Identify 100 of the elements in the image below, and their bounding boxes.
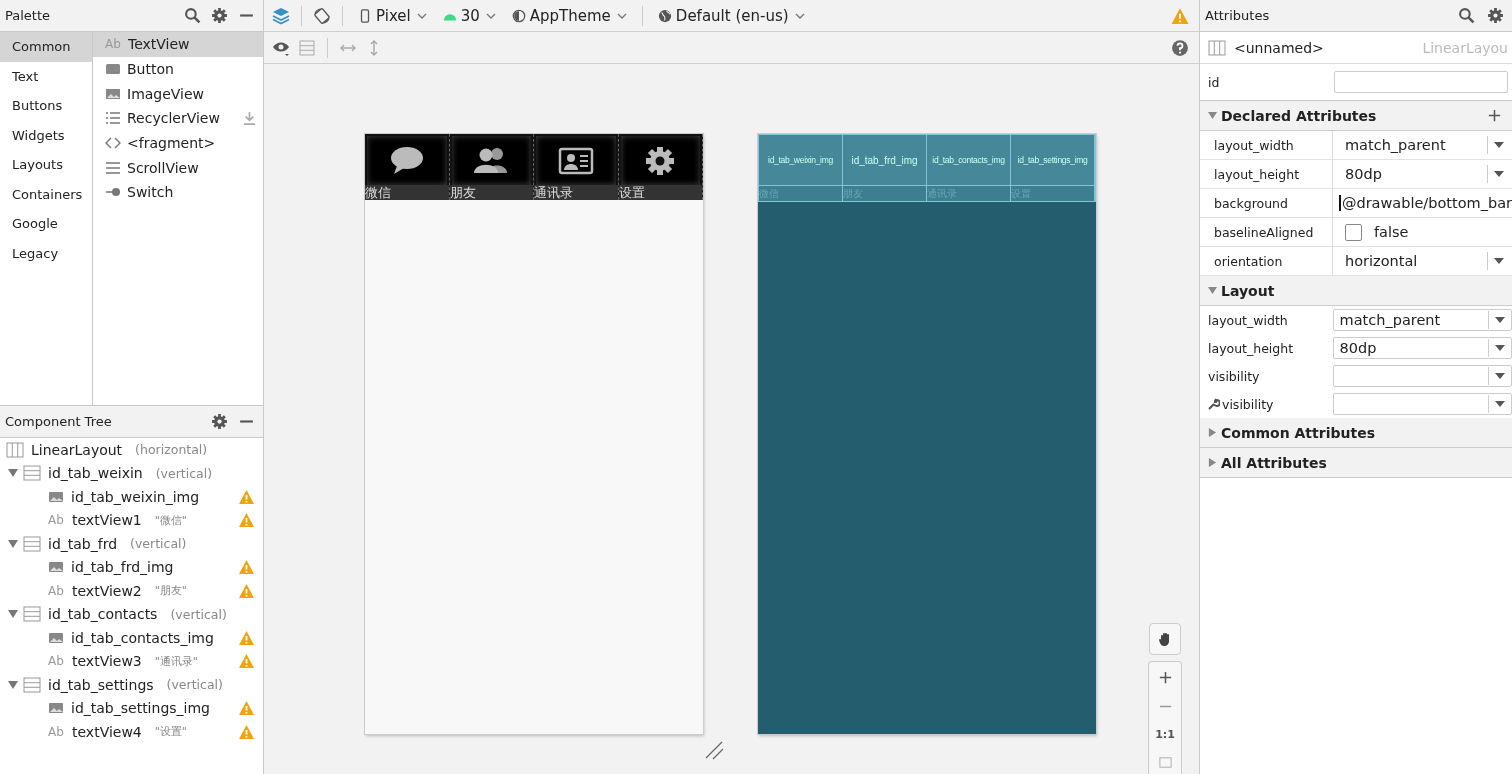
section-header[interactable]: Common Attributes [1200,418,1512,448]
id-input-field[interactable] [1334,71,1508,93]
rotate-icon[interactable] [313,6,331,25]
warning-icon[interactable] [238,700,255,717]
warning-icon[interactable] [238,629,255,646]
expand-arrow-icon[interactable] [8,468,18,479]
theme-dropdown[interactable]: AppTheme [507,6,631,25]
columns-icon [6,441,24,458]
panel-title: Palette [5,8,52,23]
attribute-dropdown[interactable]: 80dp [1332,337,1512,359]
warning-icon[interactable] [238,488,255,505]
attribute-value[interactable]: @drawable/bottom_bar [1333,189,1512,217]
attribute-name: layout_height [1200,160,1333,188]
attribute-name: baselineAligned [1200,218,1333,246]
tree-item[interactable]: id_tab_contacts_img [0,626,263,650]
api-dropdown[interactable]: 30 [438,6,500,25]
attribute-dropdown[interactable] [1332,365,1512,387]
warning-icon[interactable] [1171,6,1189,25]
attribute-name: orientation [1200,247,1333,275]
palette-item[interactable]: ImageView [93,81,263,107]
caret-icon [1495,317,1505,323]
text-icon: Ab [105,37,122,52]
attribute-name: visibility [1208,396,1333,412]
tree-item[interactable]: id_tab_weixin (vertical) [0,461,263,485]
palette-item[interactable]: Switch [93,180,263,205]
palette-category[interactable]: Containers [0,179,92,209]
theme-icon [511,8,526,23]
columns-icon [1208,39,1226,56]
palette-category[interactable]: Legacy [0,238,92,268]
expand-arrow-icon[interactable] [8,609,18,620]
settings-icon[interactable] [211,7,228,24]
rows-icon [23,676,41,693]
tree-item[interactable]: Ab textView1 "微信" [0,508,263,532]
search-icon[interactable] [1458,7,1475,24]
expand-arrow-icon[interactable] [1208,286,1217,295]
palette-category[interactable]: Widgets [0,120,92,150]
palette-item[interactable]: RecyclerView [93,106,263,131]
attribute-dropdown[interactable] [1332,393,1512,415]
pan-button[interactable] [1149,623,1181,655]
palette-item[interactable]: Ab TextView [93,32,263,57]
actual-size-button[interactable]: 1:1 [1155,728,1175,741]
add-icon[interactable] [1487,108,1502,123]
tree-item[interactable]: id_tab_weixin_img [0,485,263,509]
section-header[interactable]: All Attributes [1200,448,1512,478]
attribute-checkbox[interactable]: false [1333,218,1512,246]
tree-item[interactable]: Ab textView2 "朋友" [0,579,263,603]
search-icon[interactable] [184,7,201,24]
attribute-name: background [1200,189,1333,217]
expand-arrow-icon[interactable] [1208,428,1217,437]
palette-category[interactable]: Google [0,209,92,239]
layers-icon[interactable] [272,6,290,25]
component-name: <unnamed> [1234,39,1325,56]
tree-item[interactable]: Ab textView3 "通讯录" [0,649,263,673]
zoom-in-icon[interactable] [1157,670,1173,685]
tree-item[interactable]: id_tab_settings (vertical) [0,673,263,697]
tree-item[interactable]: LinearLayout (horizontal) [0,438,263,462]
attribute-dropdown[interactable]: 80dp [1333,160,1512,188]
expand-arrow-icon[interactable] [8,538,18,549]
view-outline-label: id_tab_weixin_img [768,155,833,165]
attribute-dropdown[interactable]: match_parent [1332,309,1512,331]
text-icon: Ab [48,654,65,669]
fit-screen-icon[interactable] [1157,755,1173,770]
palette-item[interactable]: ScrollView [93,155,263,181]
expand-arrow-icon[interactable] [1208,458,1217,467]
help-icon[interactable] [1171,38,1189,57]
locale-dropdown[interactable]: Default (en-us) [653,6,809,25]
palette-category[interactable]: Common [0,32,92,62]
section-header[interactable]: Declared Attributes [1200,101,1512,131]
caret-icon [1495,345,1505,351]
warning-icon[interactable] [238,559,255,576]
warning-icon[interactable] [238,512,255,529]
text-icon: Ab [48,724,65,739]
wrench-icon [1208,398,1220,410]
expand-arrow-icon[interactable] [8,679,18,690]
tree-item[interactable]: id_tab_frd_img [0,555,263,579]
warning-icon[interactable] [238,723,255,740]
palette-category[interactable]: Buttons [0,91,92,121]
tree-item[interactable]: Ab textView4 "设置" [0,720,263,744]
tree-item[interactable]: id_tab_settings_img [0,696,263,720]
tree-item[interactable]: id_tab_contacts (vertical) [0,602,263,626]
palette-category[interactable]: Text [0,61,92,91]
download-icon[interactable] [242,110,257,126]
expand-arrow-icon[interactable] [1208,111,1217,120]
attribute-dropdown[interactable]: horizontal [1333,247,1512,275]
warning-icon[interactable] [238,582,255,599]
layout-icon[interactable] [298,38,316,57]
resize-handle-icon[interactable] [704,740,724,760]
view-outline-label: id_tab_settings_img [1017,155,1088,165]
palette-item[interactable]: <fragment> [93,130,263,156]
device-dropdown[interactable]: Pixel [354,6,431,25]
attribute-dropdown[interactable]: match_parent [1333,131,1512,159]
settings-icon[interactable] [211,413,228,430]
section-header[interactable]: Layout [1200,276,1512,306]
palette-item[interactable]: Button [93,56,263,82]
settings-icon[interactable] [1487,7,1504,24]
tree-item[interactable]: id_tab_frd (vertical) [0,532,263,556]
tab-label: 朋友 [449,185,533,200]
warning-icon[interactable] [238,653,255,670]
palette-category[interactable]: Layouts [0,150,92,180]
caret-icon [1494,142,1504,148]
